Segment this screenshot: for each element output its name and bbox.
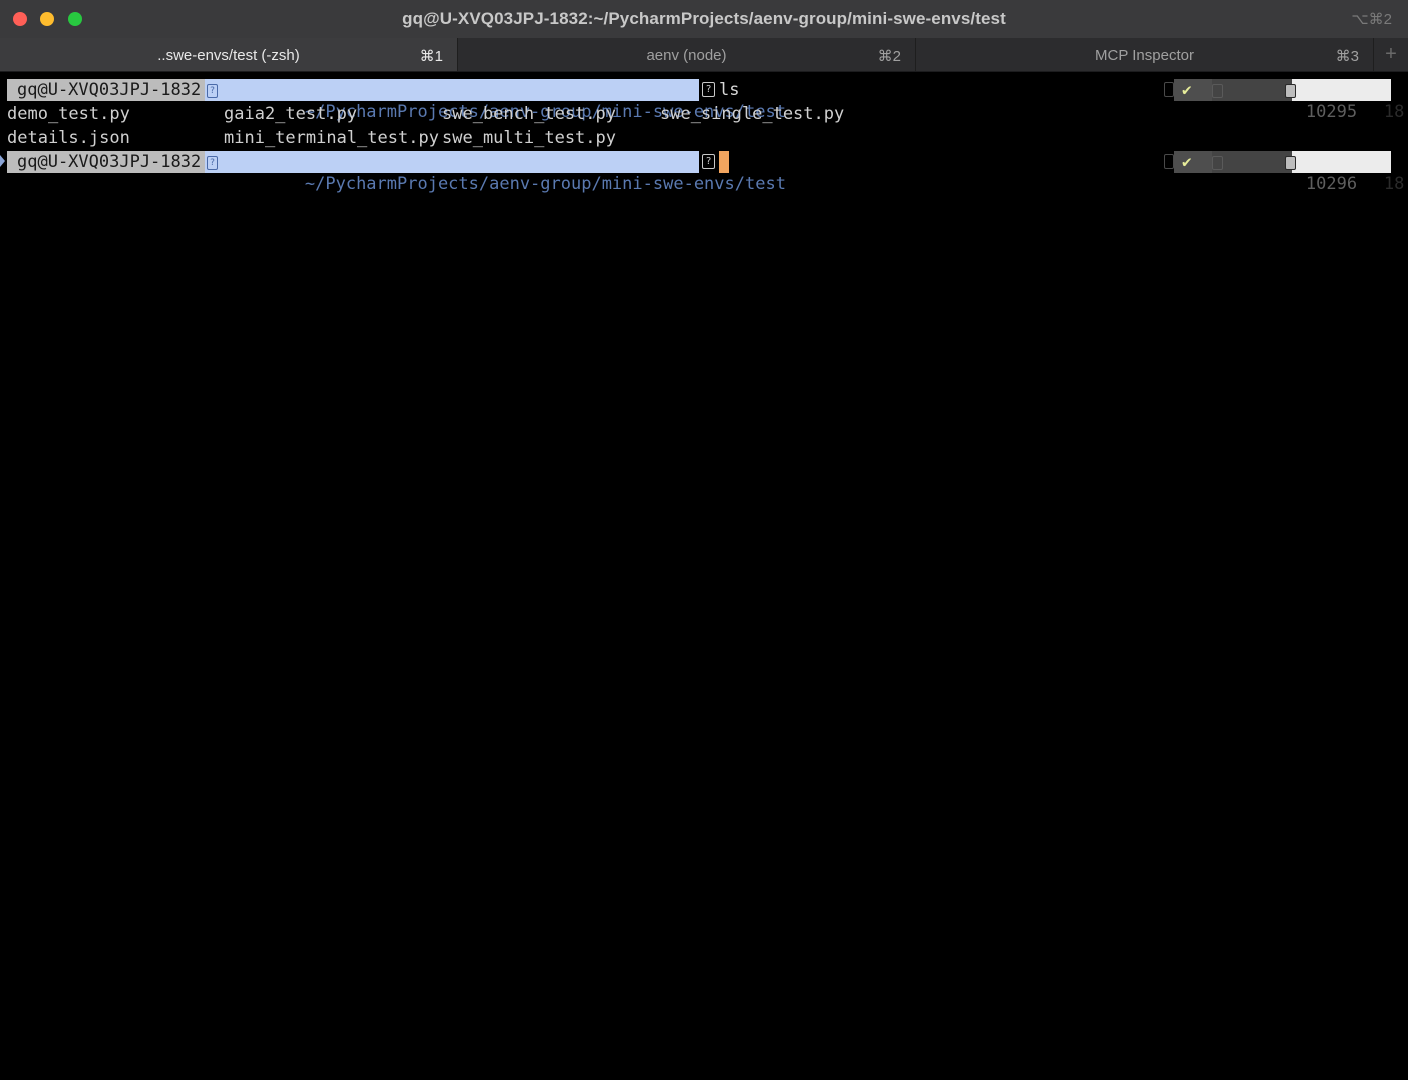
tab-mcp-inspector[interactable]: MCP Inspector ⌘3: [916, 38, 1374, 71]
file-entry: swe_single_test.py: [660, 104, 845, 124]
tab-aenv-node[interactable]: aenv (node) ⌘2: [458, 38, 916, 71]
folder-icon: ?: [207, 156, 218, 170]
tab-bar: ..swe-envs/test (-zsh) ⌘1 aenv (node) ⌘2…: [0, 38, 1408, 72]
prompt-time: 18:48:35: [1285, 79, 1408, 122]
prompt-time: 18:49:25: [1285, 151, 1408, 194]
history-count: 10295: [1212, 79, 1357, 122]
history-icon: [1212, 84, 1223, 98]
tab-label: ..swe-envs/test (-zsh): [157, 47, 300, 64]
new-tab-button[interactable]: +: [1374, 38, 1408, 71]
file-entry: gaia2_test.py: [224, 104, 358, 124]
terminal-content[interactable]: gq@U-XVQ03JPJ-1832 ? ~/PycharmProjects/ae…: [0, 73, 1408, 1080]
prompt-line-current: gq@U-XVQ03JPJ-1832 ? ~/PycharmProjects/ae…: [0, 149, 1408, 194]
file-entry: demo_test.py: [7, 104, 130, 124]
file-entry: details.json: [7, 128, 130, 148]
tab-label: MCP Inspector: [1095, 47, 1194, 64]
prompt-user-host: gq@U-XVQ03JPJ-1832: [7, 151, 205, 173]
history-count: 10296: [1212, 151, 1357, 194]
status-check-icon: ✔: [1174, 151, 1212, 173]
prompt-line: gq@U-XVQ03JPJ-1832 ? ~/PycharmProjects/ae…: [0, 77, 1408, 122]
clock-icon: [1285, 84, 1296, 98]
prompt-user-host: gq@U-XVQ03JPJ-1832: [7, 79, 205, 101]
segment-edge-icon: [1164, 154, 1174, 169]
title-bar[interactable]: gq@U-XVQ03JPJ-1832:~/PycharmProjects/aen…: [0, 0, 1408, 38]
prompt-marker-icon: [0, 155, 5, 167]
prompt-path-segment: ? ~/PycharmProjects/aenv-group/mini-swe-e…: [205, 151, 786, 194]
file-entry: mini_terminal_test.py: [224, 128, 439, 148]
window-title: gq@U-XVQ03JPJ-1832:~/PycharmProjects/aen…: [402, 9, 1006, 28]
status-check-icon: ✔: [1174, 79, 1212, 101]
ls-output-row: demo_test.py gaia2_test.py swe_bench_tes…: [0, 101, 1408, 125]
tab-shortcut: ⌘3: [1335, 48, 1359, 65]
tab-zsh[interactable]: ..swe-envs/test (-zsh) ⌘1: [0, 38, 458, 71]
segment-edge-icon: [1164, 82, 1174, 97]
tab-shortcut: ⌘1: [419, 48, 443, 65]
file-entry: swe_bench_test.py: [442, 104, 616, 124]
ls-output-row: details.json mini_terminal_test.py swe_m…: [0, 125, 1408, 149]
command-text: ls: [719, 80, 740, 100]
folder-icon: ?: [207, 84, 218, 98]
separator-icon: ?: [702, 154, 715, 169]
tab-shortcut: ⌘2: [877, 48, 901, 65]
prompt-path-segment: ? ~/PycharmProjects/aenv-group/mini-swe-e…: [205, 79, 786, 122]
file-entry: swe_multi_test.py: [442, 128, 616, 148]
prompt-time-value: 18:49:25: [1383, 174, 1408, 194]
window-shortcut: ⌥⌘2: [1351, 11, 1392, 28]
prompt-path: ~/PycharmProjects/aenv-group/mini-swe-en…: [304, 174, 786, 194]
history-icon: [1212, 156, 1223, 170]
separator-icon: ?: [702, 82, 715, 97]
clock-icon: [1285, 156, 1296, 170]
terminal-window: gq@U-XVQ03JPJ-1832:~/PycharmProjects/aen…: [0, 0, 1408, 1080]
text-cursor: [719, 151, 729, 173]
tab-label: aenv (node): [646, 47, 727, 64]
